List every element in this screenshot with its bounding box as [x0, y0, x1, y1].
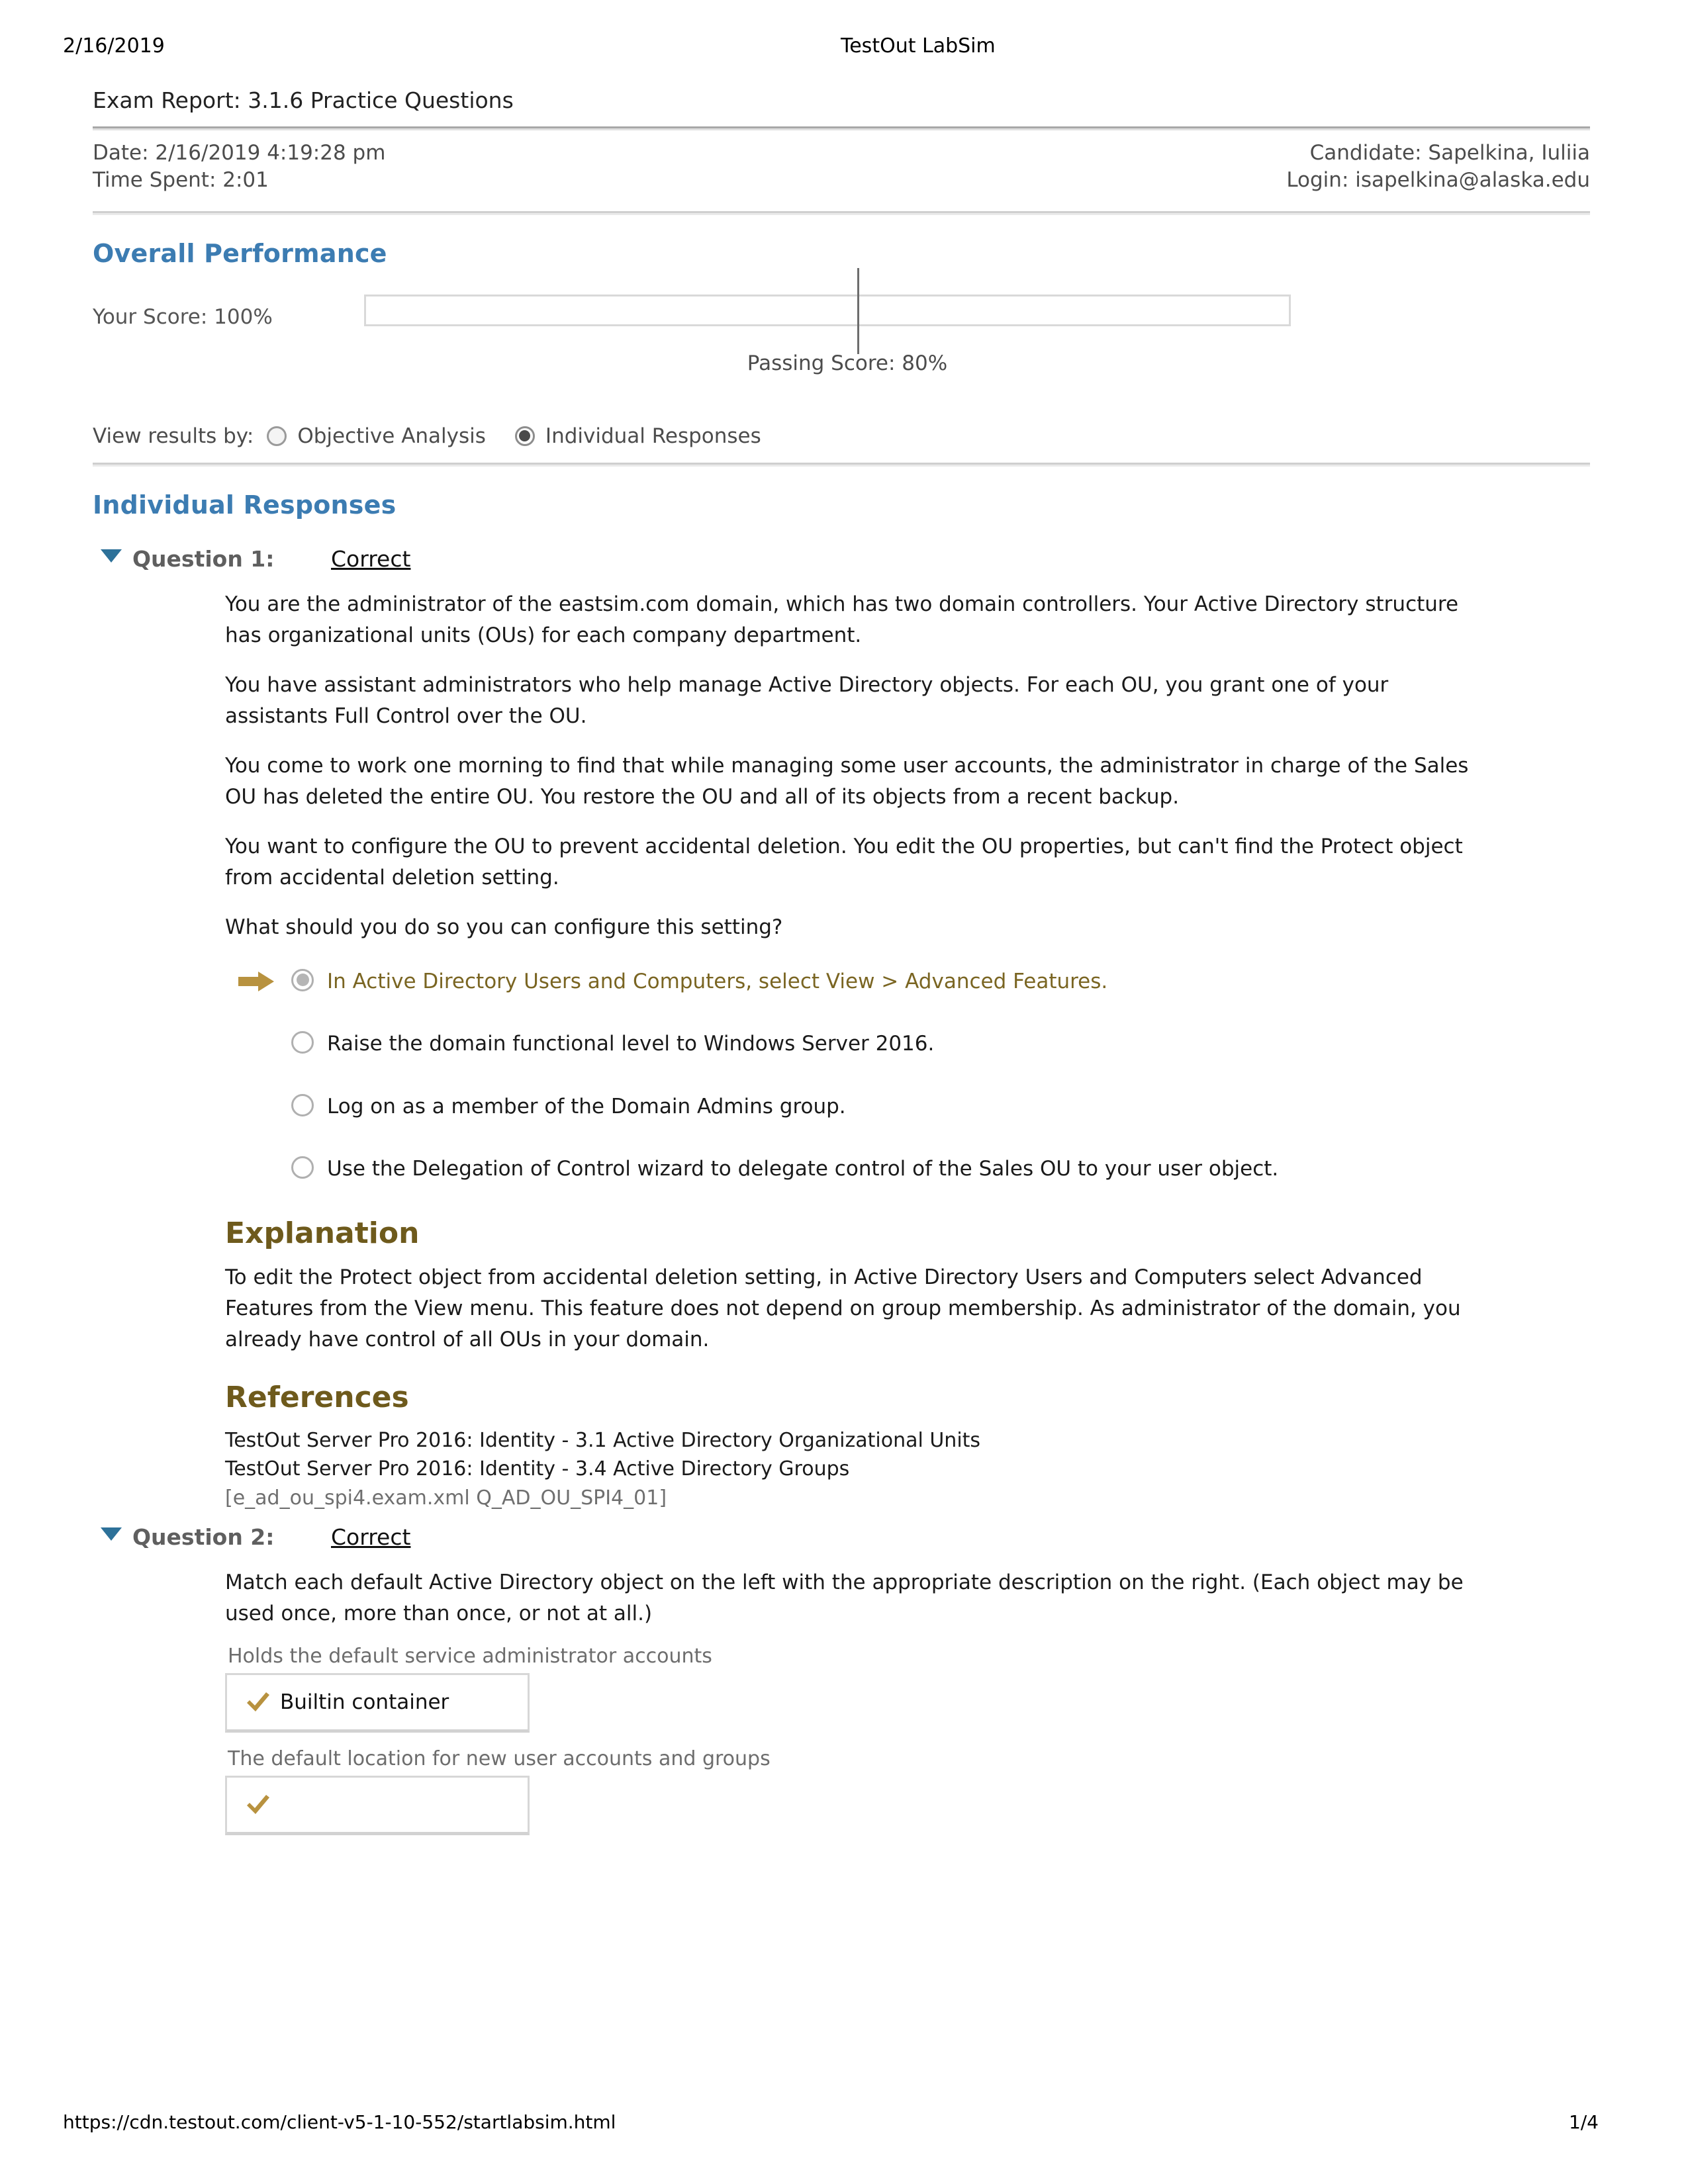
- answer-label: In Active Directory Users and Computers,…: [327, 969, 1108, 993]
- match-answer-box[interactable]: Builtin container: [225, 1672, 530, 1733]
- individual-responses-heading: Individual Responses: [93, 490, 397, 520]
- references-heading: References: [225, 1380, 409, 1414]
- answer-label: Use the Delegation of Control wizard to …: [327, 1157, 1279, 1181]
- page-title: Exam Report: 3.1.6 Practice Questions: [93, 87, 514, 113]
- question-1-status[interactable]: Correct: [331, 546, 410, 572]
- match-item: The default location for new user accoun…: [225, 1747, 1497, 1835]
- question-2-paragraph: Match each default Active Directory obje…: [225, 1570, 1464, 1626]
- view-results-by-row: View results by: Objective Analysis Indi…: [93, 415, 1590, 457]
- reference-item: TestOut Server Pro 2016: Identity - 3.1 …: [225, 1428, 981, 1452]
- answer-label: Raise the domain functional level to Win…: [327, 1032, 935, 1056]
- chevron-down-icon[interactable]: [101, 549, 122, 563]
- answer-option[interactable]: Log on as a member of the Domain Admins …: [232, 1091, 1497, 1122]
- radio-individual-responses-icon[interactable]: [514, 426, 535, 446]
- match-answer-box[interactable]: [225, 1775, 530, 1835]
- question-1-answers: In Active Directory Users and Computers,…: [232, 966, 1497, 1185]
- print-header-title: TestOut LabSim: [841, 34, 996, 58]
- radio-individual-responses-label: Individual Responses: [545, 424, 761, 448]
- score-row: Your Score: 100% Passing Score: 80%: [93, 267, 1590, 375]
- overall-performance-heading: Overall Performance: [93, 238, 387, 268]
- answer-option[interactable]: In Active Directory Users and Computers,…: [232, 966, 1497, 997]
- question-1-body: You are the administrator of the eastsim…: [225, 589, 1497, 1513]
- score-progress-fill: [366, 296, 1289, 324]
- match-item: Holds the default service administrator …: [225, 1645, 1497, 1733]
- report-candidate: Candidate: Sapelkina, Iuliia: [1309, 140, 1590, 165]
- passing-score-tick: [857, 267, 859, 354]
- answer-option[interactable]: Raise the domain functional level to Win…: [232, 1028, 1497, 1060]
- report-body: Exam Report: 3.1.6 Practice Questions Da…: [93, 86, 1590, 1835]
- exam-report-page: 2/16/2019 TestOut LabSim Exam Report: 3.…: [0, 0, 1688, 2184]
- report-login: Login: isapelkina@alaska.edu: [1286, 167, 1590, 192]
- explanation-text: To edit the Protect object from accident…: [225, 1265, 1461, 1351]
- answer-option[interactable]: Use the Delegation of Control wizard to …: [232, 1154, 1497, 1185]
- divider-view-results: [93, 462, 1590, 467]
- exam-item-id: [e_ad_ou_spi4.exam.xml Q_AD_OU_SPI4_01]: [225, 1486, 667, 1510]
- question-1-number: Question 1:: [132, 545, 275, 572]
- question-1-paragraph: You want to configure the OU to prevent …: [225, 835, 1463, 890]
- radio-option-individual-responses[interactable]: Individual Responses: [514, 424, 761, 448]
- print-header: 2/16/2019 TestOut LabSim: [63, 34, 1638, 61]
- print-footer-page-number: 1/4: [1568, 2111, 1599, 2133]
- your-answer-arrow-icon: [238, 970, 275, 993]
- report-date: Date: 2/16/2019 4:19:28 pm: [93, 140, 386, 165]
- your-score-label: Your Score: 100%: [93, 304, 273, 329]
- reference-item: TestOut Server Pro 2016: Identity - 3.4 …: [225, 1457, 850, 1481]
- question-2-number: Question 2:: [132, 1524, 275, 1551]
- question-2-body: Match each default Active Directory obje…: [225, 1567, 1497, 1835]
- answer-label: Log on as a member of the Domain Admins …: [327, 1094, 846, 1118]
- passing-score-label: Passing Score: 80%: [747, 351, 948, 375]
- match-prompt: The default location for new user accoun…: [228, 1747, 771, 1770]
- chevron-down-icon[interactable]: [101, 1527, 122, 1541]
- print-header-date: 2/16/2019: [63, 34, 165, 58]
- report-meta-left: Date: 2/16/2019 4:19:28 pm Time Spent: 2…: [93, 140, 385, 194]
- divider-meta: [93, 210, 1590, 215]
- radio-objective-analysis-label: Objective Analysis: [297, 424, 486, 448]
- question-2-status[interactable]: Correct: [331, 1524, 410, 1550]
- print-footer: https://cdn.testout.com/client-v5-1-10-5…: [63, 2111, 1638, 2138]
- report-meta: Date: 2/16/2019 4:19:28 pm Time Spent: 2…: [93, 130, 1590, 211]
- check-icon: [244, 1688, 272, 1716]
- question-2-header[interactable]: Question 2: Correct: [101, 1524, 1590, 1550]
- radio-objective-analysis-icon[interactable]: [267, 426, 287, 446]
- report-meta-right: Candidate: Sapelkina, Iuliia Login: isap…: [1286, 140, 1590, 194]
- score-progress-bar: [364, 294, 1291, 326]
- question-1-paragraph: You are the administrator of the eastsim…: [225, 592, 1459, 647]
- question-1-paragraph: What should you do so you can configure …: [225, 915, 783, 940]
- question-1-paragraph: You have assistant administrators who he…: [225, 672, 1389, 728]
- radio-option-objective-analysis[interactable]: Objective Analysis: [267, 424, 486, 448]
- question-1-paragraph: You come to work one morning to find tha…: [225, 753, 1469, 809]
- answer-radio-icon[interactable]: [291, 1031, 314, 1054]
- check-icon: [244, 1791, 272, 1819]
- answer-radio-icon[interactable]: [291, 968, 314, 991]
- answer-radio-icon[interactable]: [291, 1093, 314, 1116]
- match-prompt: Holds the default service administrator …: [228, 1644, 712, 1668]
- match-answer-label: Builtin container: [280, 1690, 449, 1714]
- answer-radio-icon[interactable]: [291, 1156, 314, 1179]
- view-results-by-label: View results by:: [93, 424, 254, 448]
- print-footer-url: https://cdn.testout.com/client-v5-1-10-5…: [63, 2111, 616, 2133]
- report-time-spent: Time Spent: 2:01: [93, 167, 269, 192]
- question-1-header[interactable]: Question 1: Correct: [101, 546, 1590, 572]
- explanation-heading: Explanation: [225, 1216, 420, 1250]
